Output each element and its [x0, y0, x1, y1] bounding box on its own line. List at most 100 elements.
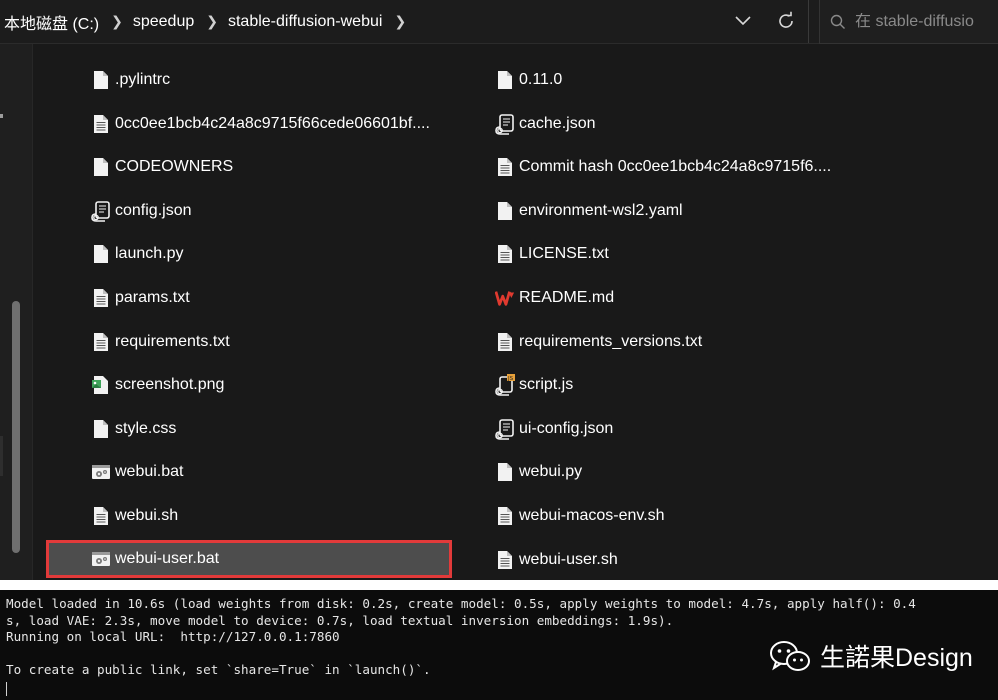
document-icon — [91, 418, 111, 440]
file-name: webui.sh — [115, 507, 179, 524]
address-bar[interactable]: 本地磁盘 (C:) ❯ speedup ❯ stable-diffusion-w… — [0, 0, 998, 44]
document-icon — [91, 156, 111, 178]
navigation-pane[interactable] — [0, 44, 33, 580]
file-name: Commit hash 0cc0ee1bcb4c24a8c9715f6.... — [519, 158, 832, 176]
file-item-requirements-versions-txt[interactable]: requirements_versions.txt — [495, 324, 702, 360]
file-item-0-11-0[interactable]: 0.11.0 — [495, 62, 562, 98]
wps-icon — [495, 287, 515, 309]
search-input[interactable] — [855, 12, 998, 31]
chevron-right-icon[interactable]: ❯ — [388, 13, 412, 30]
chevron-right-icon[interactable]: ❯ — [105, 13, 129, 30]
file-name: CODEOWNERS — [115, 158, 234, 176]
file-item-webui-py[interactable]: webui.py — [495, 454, 582, 490]
text-file-icon — [91, 287, 111, 309]
breadcrumb-item-drive[interactable]: 本地磁盘 (C:) — [0, 10, 105, 34]
file-name: webui-macos-env.sh — [519, 507, 665, 524]
file-name: 0cc0ee1bcb4c24a8c9715f66cede06601bf.... — [115, 114, 430, 132]
terminal-line: s, load VAE: 2.3s, move model to device:… — [6, 612, 674, 628]
terminal-cursor — [6, 682, 7, 696]
text-file-icon — [91, 505, 111, 527]
text-file-icon — [91, 113, 111, 135]
file-item-readme-md[interactable]: README.md — [495, 280, 614, 316]
text-file-icon — [495, 505, 515, 527]
script-js-icon: JS — [495, 374, 515, 396]
document-icon — [495, 461, 515, 483]
batch-file-icon — [91, 548, 111, 570]
script-icon — [91, 200, 111, 222]
refresh-icon — [779, 11, 793, 28]
document-icon — [91, 69, 111, 91]
file-item-pylintrc[interactable]: .pylintrc — [91, 62, 170, 98]
search-box[interactable] — [819, 0, 998, 44]
file-item-webui-bat[interactable]: webui.bat — [91, 454, 184, 490]
file-name: environment-wsl2.yaml — [519, 201, 683, 219]
file-grid: .pylintrc 0cc0ee1bcb4c24a8c9715f66cede06… — [33, 44, 998, 580]
file-item-commit-hash-0cc0ee1bcb4c24a8c9715f6[interactable]: Commit hash 0cc0ee1bcb4c24a8c9715f6.... — [495, 149, 831, 185]
batch-file-icon — [91, 461, 111, 483]
nav-pane-marker — [0, 114, 3, 118]
document-icon — [495, 69, 515, 91]
breadcrumb: 本地磁盘 (C:) ❯ speedup ❯ stable-diffusion-w… — [0, 0, 808, 43]
nav-pane-scrollbar[interactable] — [12, 301, 20, 553]
image-file-icon — [91, 374, 111, 396]
file-item-codeowners[interactable]: CODEOWNERS — [91, 149, 233, 185]
file-item-launch-py[interactable]: launch.py — [91, 236, 184, 272]
text-file-icon — [495, 156, 515, 178]
file-name: cache.json — [519, 114, 596, 132]
file-item-webui-sh[interactable]: webui.sh — [91, 498, 178, 534]
nav-pane-hover-area — [0, 436, 3, 476]
file-name: LICENSE.txt — [519, 245, 609, 263]
script-icon — [495, 113, 515, 135]
refresh-button[interactable] — [773, 9, 799, 33]
file-name: 0.11.0 — [519, 71, 563, 88]
file-name: README.md — [519, 289, 615, 306]
file-item-environment-wsl2-yaml[interactable]: environment-wsl2.yaml — [495, 193, 683, 229]
chevron-right-icon[interactable]: ❯ — [200, 13, 224, 30]
file-item-0cc0ee1bcb4c24a8c9715f66cede06601bf[interactable]: 0cc0ee1bcb4c24a8c9715f66cede06601bf.... — [91, 106, 430, 142]
file-name: style.css — [115, 419, 177, 437]
file-item-params-txt[interactable]: params.txt — [91, 280, 190, 316]
file-explorer-window: 本地磁盘 (C:) ❯ speedup ❯ stable-diffusion-w… — [0, 0, 998, 580]
breadcrumb-item-speedup[interactable]: speedup — [129, 13, 200, 31]
file-item-config-json[interactable]: config.json — [91, 193, 192, 229]
file-name: launch.py — [115, 245, 184, 263]
file-name: params.txt — [115, 289, 190, 306]
script-icon — [495, 418, 515, 440]
text-file-icon — [495, 243, 515, 265]
address-divider — [808, 0, 809, 43]
wechat-icon — [770, 641, 810, 671]
search-icon — [830, 14, 845, 29]
file-name: screenshot.png — [115, 376, 225, 394]
file-name: webui-user.sh — [519, 550, 618, 568]
file-name: webui.py — [519, 463, 583, 481]
file-name: ui-config.json — [519, 419, 614, 437]
file-item-webui-user-sh[interactable]: webui-user.sh — [495, 542, 618, 578]
watermark: 生諾果Design — [768, 636, 973, 676]
file-name: .pylintrc — [115, 71, 171, 88]
document-icon — [495, 200, 515, 222]
file-item-webui-macos-env-sh[interactable]: webui-macos-env.sh — [495, 498, 665, 534]
text-file-icon — [91, 331, 111, 353]
file-item-style-css[interactable]: style.css — [91, 411, 176, 447]
address-history-dropdown-button[interactable] — [733, 10, 753, 32]
file-item-cache-json[interactable]: cache.json — [495, 106, 596, 142]
file-item-license-txt[interactable]: LICENSE.txt — [495, 236, 609, 272]
file-item-screenshot-png[interactable]: screenshot.png — [91, 367, 224, 403]
file-name: requirements.txt — [115, 332, 230, 350]
document-icon — [91, 243, 111, 265]
file-name: config.json — [115, 201, 192, 219]
file-name: script.js — [519, 376, 574, 394]
terminal-line: Model loaded in 10.6s (load weights from… — [6, 596, 916, 611]
chevron-down-icon — [735, 16, 751, 26]
file-name: webui.bat — [115, 463, 184, 481]
text-file-icon — [495, 331, 515, 353]
watermark-text: 生諾果Design — [820, 644, 973, 672]
file-item-requirements-txt[interactable]: requirements.txt — [91, 324, 230, 360]
breadcrumb-item-webui[interactable]: stable-diffusion-webui — [224, 13, 388, 31]
text-file-icon — [495, 549, 515, 571]
file-item-webui-user-bat[interactable]: webui-user.bat — [46, 539, 452, 578]
file-name: requirements_versions.txt — [519, 332, 703, 350]
file-item-script-js[interactable]: JS script.js — [495, 367, 573, 403]
file-item-ui-config-json[interactable]: ui-config.json — [495, 411, 613, 447]
file-name: webui-user.bat — [115, 549, 220, 567]
